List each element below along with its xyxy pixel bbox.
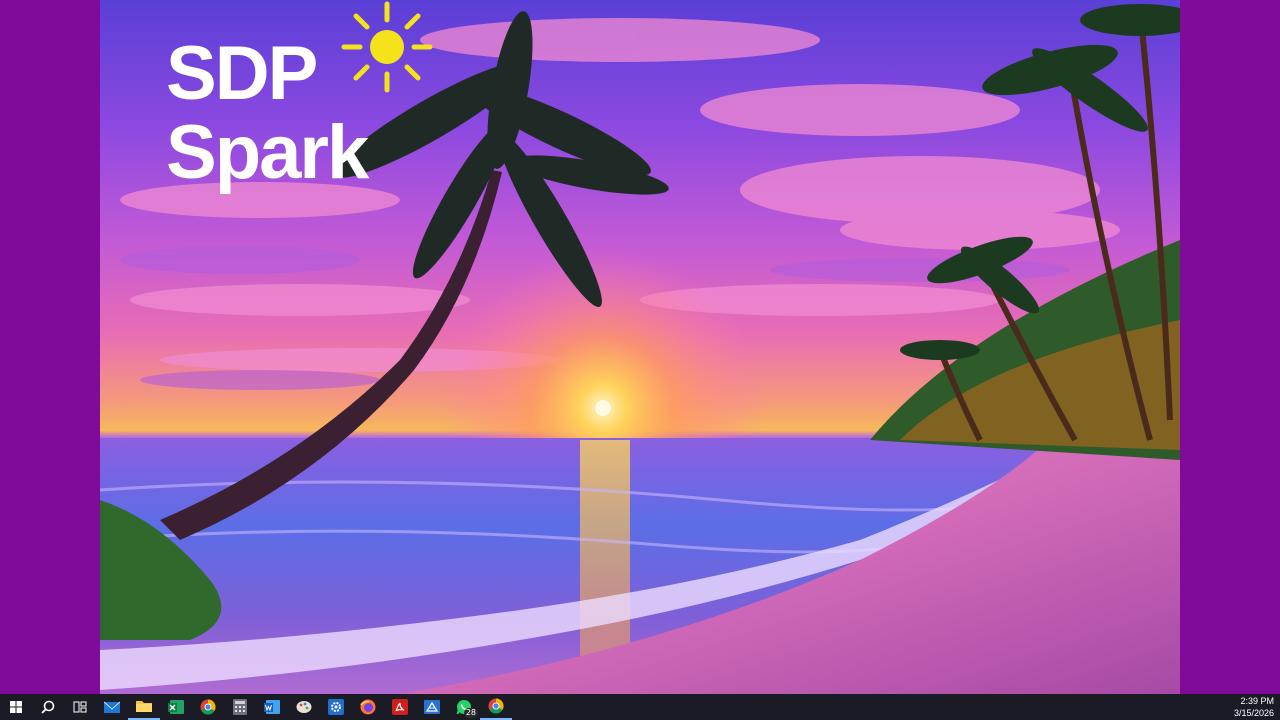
clock-date: 3/15/2026: [1233, 708, 1274, 718]
word-app[interactable]: [256, 694, 288, 720]
task-view-button[interactable]: [64, 694, 96, 720]
firefox-icon: [360, 699, 376, 715]
chrome-app[interactable]: [192, 694, 224, 720]
folder-icon: [136, 701, 152, 712]
paint-app[interactable]: [288, 694, 320, 720]
taskbar: 28 2:39 PM 3/15/2026: [0, 694, 1280, 720]
file-explorer[interactable]: [128, 694, 160, 720]
system-clock[interactable]: 2:39 PM 3/15/2026: [1234, 694, 1274, 720]
clock-time: 2:39 PM: [1240, 696, 1274, 706]
left-frame-border: [0, 0, 100, 694]
calculator-app[interactable]: [224, 694, 256, 720]
gear-icon: [328, 699, 344, 715]
search-button[interactable]: [32, 694, 64, 720]
settings-app[interactable]: [320, 694, 352, 720]
acrobat-icon: [392, 699, 408, 715]
whatsapp-app[interactable]: 28: [448, 694, 480, 720]
sdp-spark-logo: SDP Spark: [166, 31, 369, 195]
excel-app[interactable]: [160, 694, 192, 720]
acrobat-app[interactable]: [384, 694, 416, 720]
notification-badge: 28: [463, 708, 478, 718]
task-view-icon: [73, 701, 87, 713]
excel-icon: [168, 700, 184, 714]
drive-icon: [424, 700, 440, 714]
firefox-app[interactable]: [352, 694, 384, 720]
chrome-canary-app[interactable]: [480, 694, 512, 720]
search-icon: [41, 700, 55, 714]
right-frame-border: [1180, 0, 1280, 694]
mail-app[interactable]: [96, 694, 128, 720]
logo-line-spark: Spark: [166, 110, 369, 195]
calculator-icon: [233, 699, 247, 715]
word-icon: [264, 700, 280, 714]
windows-logo-icon: [10, 701, 22, 713]
chrome-icon: [200, 699, 216, 715]
mail-icon: [104, 701, 120, 713]
paint-icon: [296, 701, 312, 713]
drive-app[interactable]: [416, 694, 448, 720]
logo-line-sdp: SDP: [166, 31, 318, 116]
start-button[interactable]: [0, 694, 32, 720]
chrome-icon: [488, 698, 504, 714]
